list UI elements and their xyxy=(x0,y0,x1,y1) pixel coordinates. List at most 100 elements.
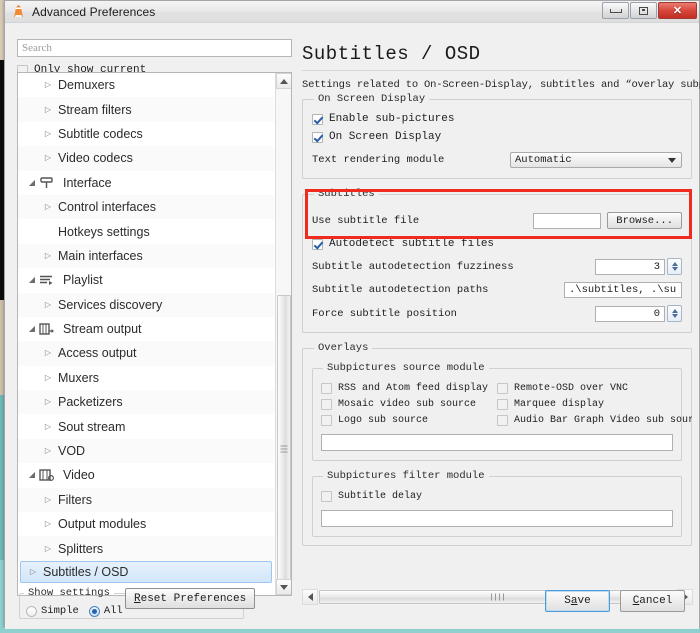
window-title: Advanced Preferences xyxy=(32,4,156,19)
autodetect-subtitle-files-row[interactable]: Autodetect subtitle files xyxy=(312,238,682,250)
rss-atom-feed-display-row[interactable]: RSS and Atom feed display xyxy=(321,383,497,394)
marquee-display-row[interactable]: Marquee display xyxy=(497,399,673,410)
chevron-down-icon[interactable]: ◢ xyxy=(26,325,38,333)
tree-item-video[interactable]: ◢ Video xyxy=(18,463,274,487)
tree-item-packetizers[interactable]: ▷ Packetizers xyxy=(18,390,274,415)
tree-item-main-interfaces[interactable]: ▷ Main interfaces xyxy=(18,243,274,269)
tree-item-control-interfaces[interactable]: ▷ Control interfaces xyxy=(18,194,274,220)
chevron-down-icon[interactable]: ◢ xyxy=(26,276,38,284)
tree-item-playlist[interactable]: ◢ Playlist xyxy=(18,268,274,292)
chevron-down-icon[interactable]: ◢ xyxy=(26,178,38,187)
maximize-button[interactable] xyxy=(630,2,657,19)
tree-item-hotkeys-settings[interactable]: Hotkeys settings xyxy=(18,219,274,243)
tree-item-services-discovery[interactable]: ▷ Services discovery xyxy=(18,292,274,317)
force-subtitle-position-input[interactable] xyxy=(595,305,665,322)
force-subtitle-position-label: Force subtitle position xyxy=(312,307,457,320)
chevron-right-icon[interactable]: ▷ xyxy=(42,544,54,553)
mosaic-video-sub-source-checkbox[interactable] xyxy=(321,399,332,410)
chevron-right-icon[interactable]: ▷ xyxy=(42,349,54,357)
tree-item-splitters[interactable]: ▷ Splitters xyxy=(18,536,274,561)
autodetect-subtitle-files-checkbox[interactable] xyxy=(312,238,323,250)
subtitle-delay-label: Subtitle delay xyxy=(338,491,423,502)
spin-up-icon[interactable] xyxy=(671,309,678,313)
on-screen-display-row[interactable]: On Screen Display xyxy=(312,131,682,143)
spin-down-icon[interactable] xyxy=(671,267,678,271)
on-screen-display-checkbox[interactable] xyxy=(312,131,323,143)
chevron-right-icon[interactable]: ▷ xyxy=(42,129,54,138)
show-settings-simple-radio[interactable] xyxy=(26,605,37,617)
minimize-button[interactable] xyxy=(602,2,629,19)
text-rendering-module-row: Text rendering module Automatic xyxy=(312,152,682,168)
chevron-right-icon[interactable]: ▷ xyxy=(42,105,54,114)
logo-sub-source-checkbox[interactable] xyxy=(321,415,332,426)
tree-item-muxers[interactable]: ▷ Muxers xyxy=(18,366,274,390)
chevron-right-icon[interactable]: ▷ xyxy=(42,251,54,260)
rss-atom-feed-display-checkbox[interactable] xyxy=(321,383,332,394)
tree-item-sout-stream[interactable]: ▷ Sout stream xyxy=(18,414,274,438)
tree-item-demuxers[interactable]: ▷ Demuxers xyxy=(18,73,274,97)
tree-item-video-codecs[interactable]: ▷ Video codecs xyxy=(18,146,274,171)
spin-down-icon[interactable] xyxy=(671,314,678,318)
chevron-right-icon[interactable]: ▷ xyxy=(42,203,54,211)
cancel-button[interactable]: Cancel xyxy=(620,590,685,612)
reset-preferences-button[interactable]: Reset Preferences xyxy=(125,588,256,609)
chevron-down-icon[interactable]: ◢ xyxy=(26,471,38,479)
chevron-right-icon[interactable]: ▷ xyxy=(42,495,54,504)
fuzziness-spin-buttons[interactable] xyxy=(667,258,682,275)
close-button[interactable]: ✕ xyxy=(658,2,697,19)
tree-item-interface[interactable]: ◢ Interface xyxy=(18,171,274,195)
tree-item-access-output[interactable]: ▷ Access output xyxy=(18,341,274,366)
source-module-checkbox-grid: RSS and Atom feed display Remote-OSD ove… xyxy=(321,378,692,426)
mosaic-video-sub-source-row[interactable]: Mosaic video sub source xyxy=(321,399,497,410)
show-settings-legend: Show settings xyxy=(28,587,110,599)
autodetection-paths-input[interactable] xyxy=(564,282,682,298)
overlays-group-legend: Overlays xyxy=(318,342,369,354)
tree-item-stream-filters[interactable]: ▷ Stream filters xyxy=(18,97,274,122)
logo-sub-source-row[interactable]: Logo sub source xyxy=(321,415,497,426)
audio-bar-graph-video-sub-source-checkbox[interactable] xyxy=(497,415,508,426)
force-position-spin-buttons[interactable] xyxy=(667,305,682,322)
tree-item-vod[interactable]: ▷ VOD xyxy=(18,438,274,464)
tree-item-stream-output[interactable]: ◢ Stream output xyxy=(18,317,274,341)
tree-vertical-scrollbar[interactable] xyxy=(275,73,291,595)
force-subtitle-position-row: Force subtitle position xyxy=(312,305,682,322)
marquee-display-checkbox[interactable] xyxy=(497,399,508,410)
browse-button[interactable]: Browse... xyxy=(607,212,682,229)
chevron-right-icon[interactable]: ▷ xyxy=(42,422,54,431)
save-button[interactable]: Save xyxy=(545,590,610,612)
force-subtitle-position-stepper[interactable] xyxy=(595,305,682,322)
search-input[interactable] xyxy=(17,39,292,57)
fuzziness-input[interactable] xyxy=(595,258,665,275)
tree-item-filters[interactable]: ▷ Filters xyxy=(18,487,274,513)
chevron-right-icon[interactable]: ▷ xyxy=(42,520,54,528)
subtitle-delay-row[interactable]: Subtitle delay xyxy=(321,491,673,502)
show-settings-all-radio[interactable] xyxy=(88,605,100,617)
chevron-right-icon[interactable]: ▷ xyxy=(42,81,54,89)
filter-module-value-input[interactable] xyxy=(321,510,673,527)
spin-up-icon[interactable] xyxy=(671,262,678,266)
settings-tree[interactable]: ▷ Demuxers ▷ Stream filters ▷ Subtitle c… xyxy=(17,72,292,596)
chevron-right-icon[interactable]: ▷ xyxy=(42,398,54,406)
audio-bar-graph-video-sub-source-row[interactable]: Audio Bar Graph Video sub source xyxy=(497,415,692,426)
enable-subpictures-checkbox[interactable] xyxy=(312,113,323,125)
source-module-value-input[interactable] xyxy=(321,434,673,451)
page-title: Subtitles / OSD xyxy=(302,43,690,71)
chevron-right-icon[interactable]: ▷ xyxy=(42,447,54,455)
chevron-right-icon[interactable]: ▷ xyxy=(42,300,54,309)
remote-osd-over-vnc-row[interactable]: Remote-OSD over VNC xyxy=(497,383,673,394)
chevron-right-icon[interactable]: ▷ xyxy=(42,154,54,162)
scrollbar-thumb[interactable] xyxy=(277,295,291,595)
text-rendering-module-dropdown[interactable]: Automatic xyxy=(510,152,682,168)
chevron-right-icon[interactable]: ▷ xyxy=(42,373,54,382)
show-settings-radios: Simple All xyxy=(26,605,133,617)
scroll-up-button[interactable] xyxy=(276,73,291,89)
use-subtitle-file-input[interactable] xyxy=(533,212,602,229)
fuzziness-stepper[interactable] xyxy=(595,258,682,275)
tree-item-subtitles-osd[interactable]: ▷ Subtitles / OSD xyxy=(20,560,272,583)
remote-osd-over-vnc-checkbox[interactable] xyxy=(497,383,508,394)
tree-item-output-modules[interactable]: ▷ Output modules xyxy=(18,512,274,536)
enable-subpictures-row[interactable]: Enable sub-pictures xyxy=(312,113,682,125)
chevron-right-icon[interactable]: ▷ xyxy=(27,567,39,576)
subtitle-delay-checkbox[interactable] xyxy=(321,491,332,502)
tree-item-subtitle-codecs[interactable]: ▷ Subtitle codecs xyxy=(18,122,274,146)
